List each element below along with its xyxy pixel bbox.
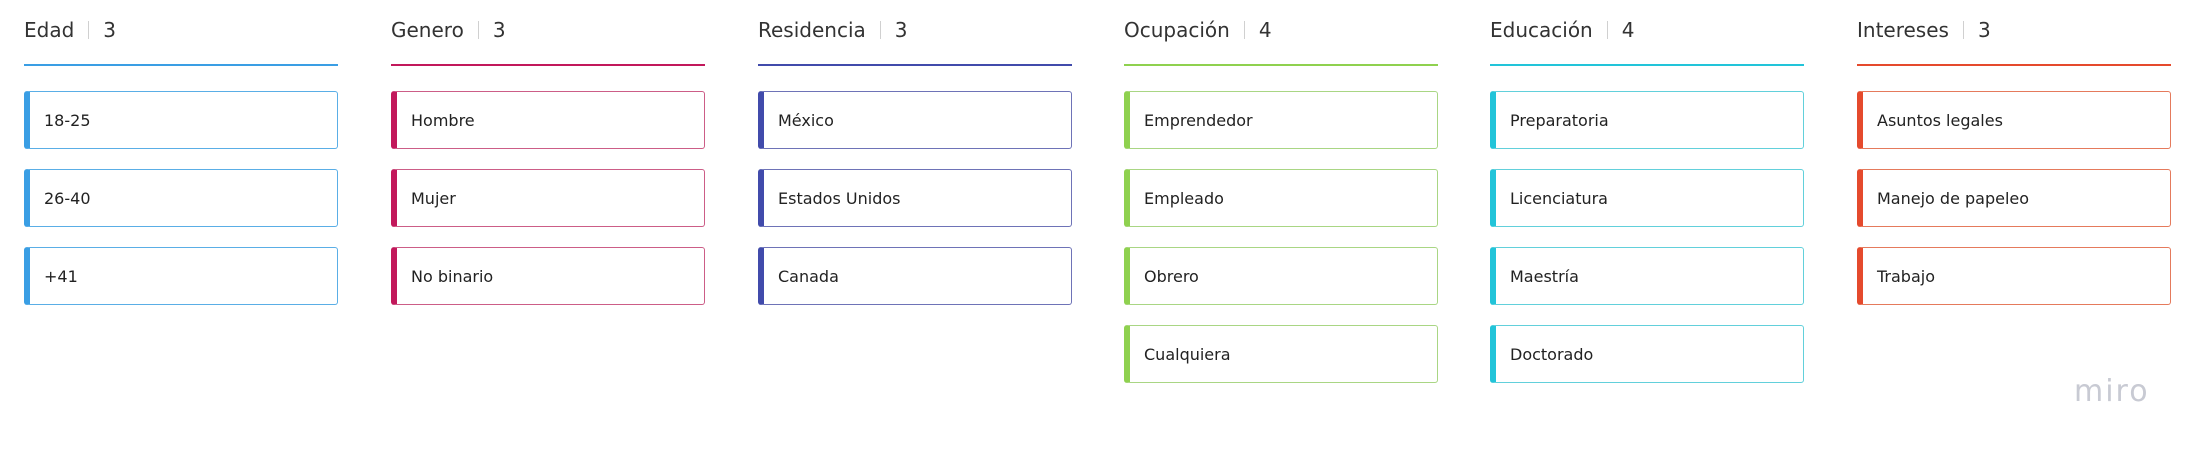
column-header[interactable]: Genero 3 [391,12,506,48]
card-label: Mujer [411,188,456,208]
column-header-rule [1124,64,1438,66]
column-header-rule [24,64,338,66]
column-card-count: 3 [1977,18,1991,42]
column-header-rule [758,64,1072,66]
column-card-count: 3 [492,18,506,42]
column-title[interactable]: Educación [1490,18,1593,42]
card[interactable]: Obrero [1124,247,1438,305]
column-card-count: 3 [894,18,908,42]
column-header-rule [391,64,705,66]
card[interactable]: Maestría [1490,247,1804,305]
card-label: Manejo de papeleo [1877,188,2030,208]
card-label: No binario [411,266,494,286]
column-card-count: 3 [103,18,117,42]
card-label: Cualquiera [1144,344,1231,364]
card-label: Empleado [1144,188,1224,208]
card[interactable]: 26-40 [24,169,338,227]
card[interactable]: Licenciatura [1490,169,1804,227]
card-label: +41 [44,266,78,286]
card-label: Doctorado [1510,344,1594,364]
column-title[interactable]: Ocupación [1124,18,1230,42]
card-label: Obrero [1144,266,1199,286]
column-header[interactable]: Intereses 3 [1857,12,1991,48]
card[interactable]: No binario [391,247,705,305]
column-header[interactable]: Edad 3 [24,12,116,48]
card[interactable]: 18-25 [24,91,338,149]
column-title-separator [1606,21,1608,39]
column-title-separator [1243,21,1245,39]
card[interactable]: Estados Unidos [758,169,1072,227]
column-header[interactable]: Ocupación 4 [1124,12,1272,48]
column-title[interactable]: Genero [391,18,464,42]
card-label: Estados Unidos [778,188,901,208]
column-title[interactable]: Intereses [1857,18,1949,42]
kanban-board: Edad 3 18-25 26-40 +41 Genero 3 Hombre Mujer No b… [0,0,2194,455]
card[interactable]: Mujer [391,169,705,227]
card[interactable]: Asuntos legales [1857,91,2171,149]
card-label: Trabajo [1877,266,1935,286]
card-label: 26-40 [44,188,91,208]
card-label: Emprendedor [1144,110,1253,130]
column-header-rule [1490,64,1804,66]
card-label: Asuntos legales [1877,110,2003,130]
miro-logo: miro [2074,374,2150,409]
card-label: Canada [778,266,839,286]
column-title-separator [477,21,479,39]
card[interactable]: Manejo de papeleo [1857,169,2171,227]
card-label: Preparatoria [1510,110,1609,130]
column-title[interactable]: Edad [24,18,74,42]
column-card-count: 4 [1258,18,1272,42]
card[interactable]: Preparatoria [1490,91,1804,149]
column-card-count: 4 [1621,18,1635,42]
card[interactable]: Trabajo [1857,247,2171,305]
card[interactable]: +41 [24,247,338,305]
card[interactable]: Cualquiera [1124,325,1438,383]
column-header[interactable]: Educación 4 [1490,12,1634,48]
column-title-separator [1962,21,1964,39]
card-label: México [778,110,834,130]
card[interactable]: Canada [758,247,1072,305]
column-title-separator [88,21,90,39]
card-label: Maestría [1510,266,1579,286]
column-header-rule [1857,64,2171,66]
card[interactable]: Hombre [391,91,705,149]
card-label: 18-25 [44,110,91,130]
column-title[interactable]: Residencia [758,18,866,42]
card[interactable]: México [758,91,1072,149]
card[interactable]: Emprendedor [1124,91,1438,149]
card[interactable]: Doctorado [1490,325,1804,383]
card-label: Hombre [411,110,475,130]
card-label: Licenciatura [1510,188,1608,208]
card[interactable]: Empleado [1124,169,1438,227]
column-header[interactable]: Residencia 3 [758,12,908,48]
column-title-separator [879,21,881,39]
